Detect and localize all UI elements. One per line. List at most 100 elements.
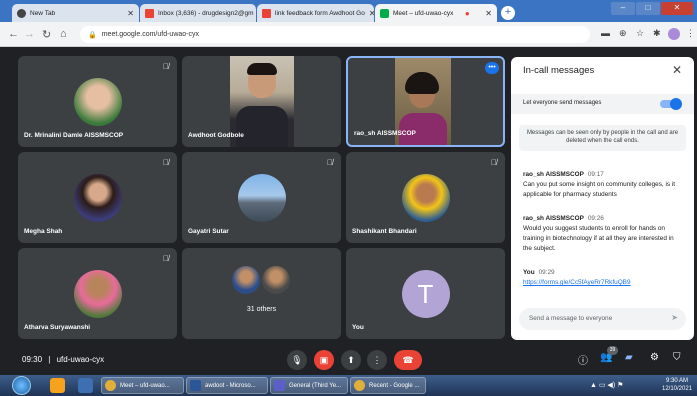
in-call-messages-panel: In-call messages ✕ Let everyone send mes… — [511, 57, 694, 340]
taskbar-item-label: Recent - Google ... — [369, 382, 420, 389]
taskbar-item-drive[interactable]: Recent - Google ... — [350, 377, 426, 394]
mic-icon: 🎙 — [291, 355, 303, 365]
others-avatar — [262, 266, 290, 294]
leave-call-button[interactable]: ☎ — [394, 350, 422, 370]
maximize-button[interactable]: □ — [636, 2, 660, 15]
meeting-code: ufd-uwao-cyx — [56, 355, 105, 364]
profile-avatar[interactable] — [668, 28, 680, 40]
back-arrow-icon[interactable]: ← — [8, 28, 19, 40]
minimize-button[interactable]: – — [611, 2, 635, 15]
extensions-icon[interactable]: ✱ — [653, 28, 661, 39]
close-tab-icon[interactable]: ✕ — [481, 9, 492, 18]
start-button[interactable] — [12, 376, 31, 395]
participant-tile[interactable]: 🎙̸ Shashikant Bhandari — [346, 152, 505, 243]
forward-arrow-icon[interactable]: → — [24, 28, 35, 40]
separator: | — [48, 355, 51, 364]
participant-name: You — [352, 324, 364, 331]
tab-meet[interactable]: Meet – ufd-uwao-cyx ● ✕ — [375, 4, 497, 22]
bookmark-star-icon[interactable]: ☆ — [636, 28, 644, 39]
close-tab-icon[interactable]: ✕ — [365, 9, 374, 18]
others-tile[interactable]: 31 others — [182, 248, 341, 339]
microphone-button[interactable]: 🎙 — [287, 350, 307, 370]
mic-muted-icon: 🎙̸ — [163, 62, 169, 71]
send-messages-toggle[interactable] — [660, 98, 682, 110]
chrome-icon — [105, 380, 116, 391]
gmail-icon — [262, 8, 271, 18]
participant-name: Atharva Suryawanshi — [24, 324, 91, 331]
participant-tile[interactable]: 🎙̸ Megha Shah — [18, 152, 177, 243]
host-controls-icon[interactable]: ⛉ — [673, 352, 681, 363]
camera-icon[interactable]: ▬ — [601, 28, 610, 38]
chrome-icon — [17, 8, 26, 18]
url-text: meet.google.com/ufd-uwao-cyx — [101, 31, 199, 38]
media-player-icon[interactable] — [50, 378, 65, 393]
participant-avatar — [237, 173, 286, 222]
send-icon[interactable]: ➤ — [671, 313, 678, 322]
address-bar: ← → ↻ ⌂ 🔒 meet.google.com/ufd-uwao-cyx ▬… — [0, 22, 697, 47]
teams-icon — [274, 380, 285, 391]
participant-tile[interactable]: 🎙̸ Gayatri Sutar — [182, 152, 341, 243]
close-panel-icon[interactable]: ✕ — [672, 63, 682, 77]
mic-muted-icon: 🎙̸ — [491, 158, 497, 167]
participant-count-badge: 39 — [607, 346, 618, 355]
participant-name: Awdhoot Godbole — [188, 132, 244, 139]
participant-tile[interactable]: Awdhoot Godbole — [182, 56, 341, 147]
tab-feedback-form[interactable]: link feedback form Awdhoot Go ✕ — [257, 4, 374, 22]
taskbar-item-word[interactable]: awdoot - Microso... — [186, 377, 268, 394]
present-button[interactable]: ⬆ — [341, 350, 361, 370]
close-tab-icon[interactable]: ✕ — [123, 9, 134, 18]
message-time: 09:29 — [538, 269, 555, 276]
participant-avatar — [401, 173, 450, 222]
participant-name: Shashikant Bhandari — [352, 228, 417, 235]
menu-dots-icon[interactable]: ⋮ — [686, 28, 695, 39]
more-options-button[interactable]: ⋮ — [367, 350, 387, 370]
participant-tile[interactable]: 🎙̸ Dr. Mrinalini Damle AISSMSCOP — [18, 56, 177, 147]
camera-off-icon: ▣ — [319, 355, 329, 365]
meet-stage: 🎙̸ Dr. Mrinalini Damle AISSMSCOP Awdhoot… — [0, 47, 697, 375]
taskbar-item-teams[interactable]: General (Third Ye... — [270, 377, 348, 394]
system-tray-icons[interactable]: ▲ ▭ ◀) ⚑ — [590, 381, 623, 389]
word-icon — [190, 380, 201, 391]
tab-title: Meet – ufd-uwao-cyx — [393, 9, 454, 17]
share-icon[interactable]: ⊕ — [619, 28, 627, 39]
windows-taskbar: Meet – ufd-uwao... awdoot - Microso... G… — [0, 375, 697, 396]
chrome-icon — [354, 380, 365, 391]
camera-off-button[interactable]: ▣ — [314, 350, 334, 370]
mic-muted-icon: 🎙̸ — [327, 158, 333, 167]
new-tab-button[interactable]: + — [501, 6, 515, 20]
participant-tile-active-speaker[interactable]: ••• rao_sh AISSMSCOP — [346, 56, 505, 147]
recording-dot-icon: ● — [464, 8, 470, 18]
mic-muted-icon: 🎙̸ — [163, 158, 169, 167]
message-text: Would you suggest students to enroll for… — [523, 225, 674, 252]
home-icon[interactable]: ⌂ — [60, 28, 67, 40]
explorer-icon[interactable] — [78, 378, 93, 393]
taskbar-item-meet[interactable]: Meet – ufd-uwao... — [101, 377, 184, 394]
activities-icon[interactable]: ⚙ — [650, 352, 659, 363]
message-sender: rao_sh AISSMSCOP — [523, 171, 584, 178]
chat-message: rao_sh AISSMSCOP 09:17 Can you put some i… — [523, 170, 683, 200]
browser-tab-strip: New Tab ✕ Inbox (3,636) - drugdesign2@gm… — [0, 0, 697, 22]
tab-new-tab[interactable]: New Tab ✕ — [12, 4, 139, 22]
chat-icon[interactable]: ▰ — [625, 352, 633, 363]
speaking-indicator-icon: ••• — [485, 62, 499, 74]
reload-icon[interactable]: ↻ — [42, 28, 51, 41]
message-link[interactable]: https://forms.gle/Cc5fAyeRr7RkfuQB9 — [523, 279, 631, 286]
taskbar-item-label: General (Third Ye... — [289, 382, 342, 389]
participant-avatar — [73, 173, 122, 222]
url-field[interactable]: 🔒 meet.google.com/ufd-uwao-cyx — [80, 26, 590, 43]
meeting-details: 09:30 | ufd-uwao-cyx — [22, 355, 104, 364]
taskbar-clock[interactable]: 9:30 AM 12/10/2021 — [662, 377, 692, 393]
message-text: Can you put some insight on community co… — [523, 181, 676, 198]
self-tile[interactable]: T You — [346, 248, 505, 339]
close-window-button[interactable]: ✕ — [661, 2, 693, 15]
lock-icon: 🔒 — [88, 31, 97, 39]
taskbar-item-label: awdoot - Microso... — [205, 382, 256, 389]
participant-tile[interactable]: 🎙̸ Atharva Suryawanshi — [18, 248, 177, 339]
message-input[interactable]: Send a message to everyone ➤ — [519, 308, 686, 330]
tab-inbox[interactable]: Inbox (3,636) - drugdesign2@gm ✕ — [140, 4, 256, 22]
meeting-info-icon[interactable]: ⓘ — [578, 352, 588, 367]
close-tab-icon[interactable]: ✕ — [254, 9, 257, 18]
message-time: 09:17 — [587, 171, 604, 178]
tab-title: Inbox (3,636) - drugdesign2@gm — [158, 9, 254, 17]
end-call-icon: ☎ — [402, 355, 414, 365]
